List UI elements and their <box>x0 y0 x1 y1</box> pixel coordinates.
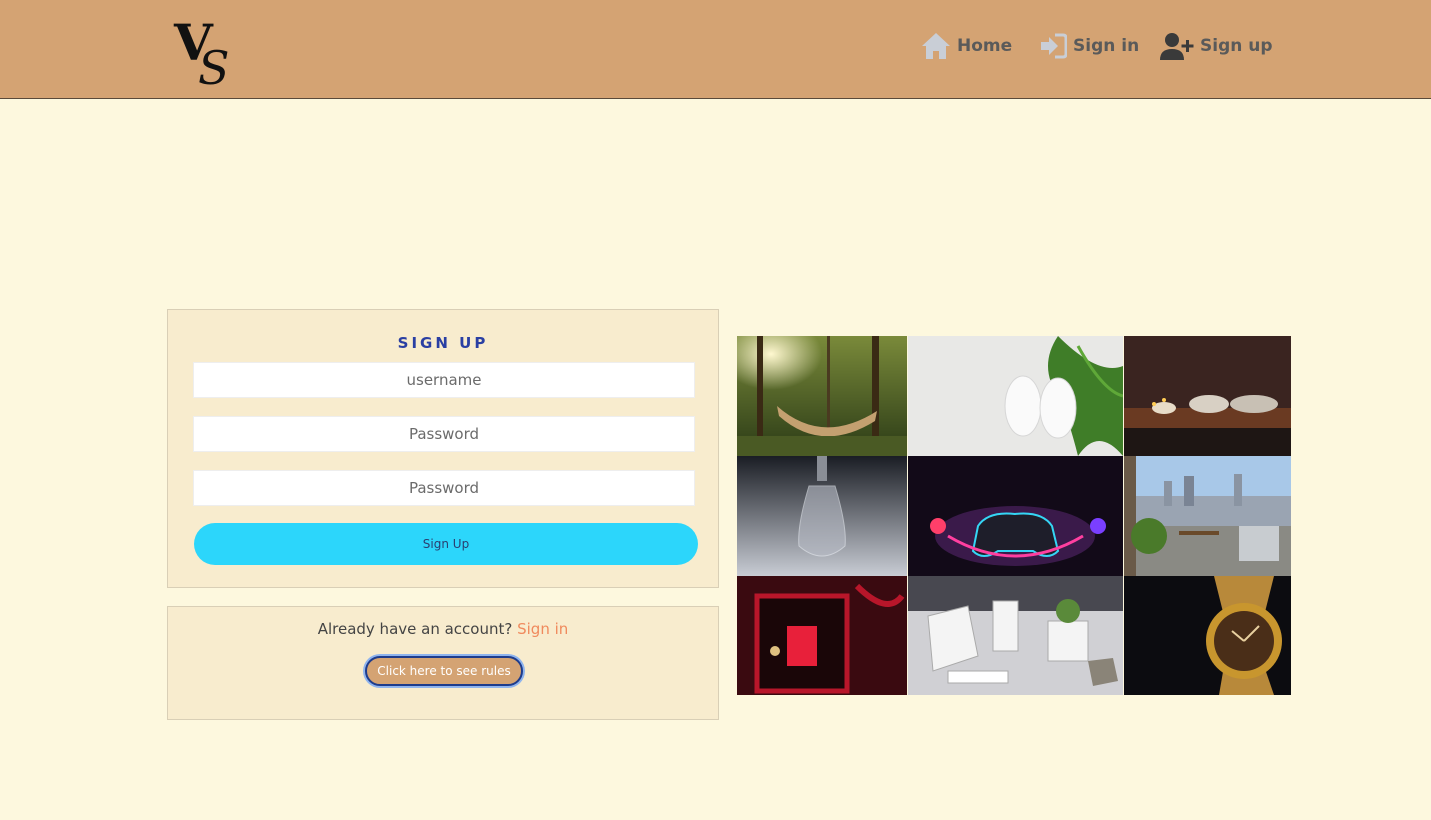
gallery-image-gold-watch <box>1124 576 1291 695</box>
svg-text:S: S <box>198 41 230 88</box>
sign-in-icon <box>1041 33 1067 59</box>
product-gallery <box>737 336 1291 695</box>
nav-signup[interactable]: Sign up <box>1160 30 1273 62</box>
gallery-image-jewelry-box <box>737 576 907 695</box>
nav-home-label: Home <box>957 36 1013 56</box>
nav-signin[interactable]: Sign in <box>1039 30 1139 62</box>
home-icon <box>922 33 950 59</box>
signin-prompt: Already have an account? Sign in <box>168 620 718 638</box>
gallery-image-hammock <box>737 336 907 456</box>
confirm-password-input[interactable] <box>193 470 695 506</box>
username-input[interactable] <box>193 362 695 398</box>
gallery-image-candles <box>1124 336 1291 456</box>
gallery-image-rooftop-patio <box>1124 456 1291 576</box>
signup-title: SIGN UP <box>397 334 489 352</box>
signup-card: SIGN UP Sign Up <box>167 309 719 588</box>
gallery-image-perfume <box>737 456 907 576</box>
password-input[interactable] <box>193 416 695 452</box>
signin-prompt-card: Already have an account? Sign in Click h… <box>167 606 719 720</box>
gallery-image-gaming-controller <box>908 456 1123 576</box>
rules-button[interactable]: Click here to see rules <box>365 656 523 686</box>
signin-prompt-text: Already have an account? <box>317 620 513 638</box>
nav-signin-label: Sign in <box>1073 36 1140 56</box>
signup-submit-button[interactable]: Sign Up <box>194 523 698 565</box>
nav-home[interactable]: Home <box>921 30 1012 62</box>
gallery-image-desk-organizer <box>908 576 1123 695</box>
top-navbar: V S Home Sign in Sign up <box>0 0 1431 99</box>
signin-link[interactable]: Sign in <box>517 620 568 638</box>
vs-logo[interactable]: V S <box>172 12 246 88</box>
gallery-image-sneakers <box>908 336 1123 456</box>
nav-signup-label: Sign up <box>1200 36 1273 56</box>
user-plus-icon <box>1160 33 1194 60</box>
